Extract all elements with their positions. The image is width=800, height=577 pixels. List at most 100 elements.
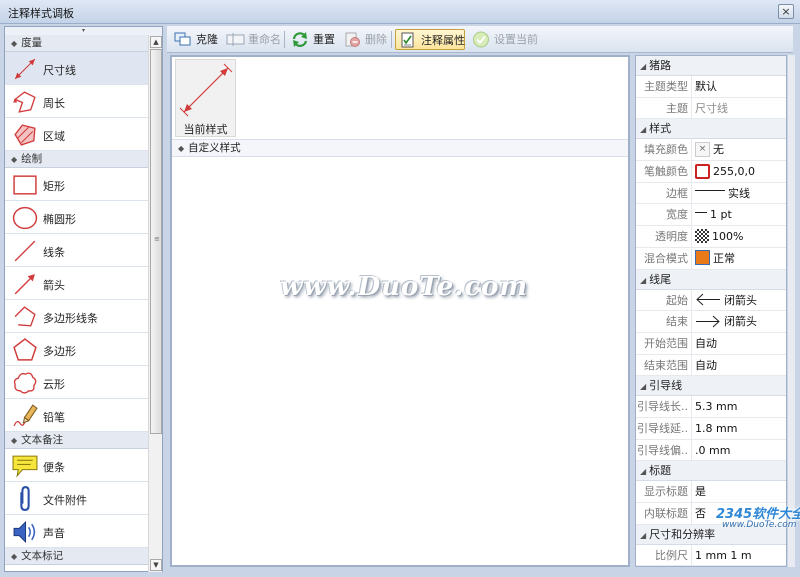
cloud-icon	[13, 372, 37, 394]
tool-item[interactable]: 区域	[5, 118, 148, 151]
property-row[interactable]: 填充颜色 × 无	[636, 139, 786, 162]
property-key: 起始	[636, 289, 692, 311]
property-row[interactable]: 主题 尺寸线	[636, 97, 786, 120]
collapse-icon: ◢	[640, 530, 647, 540]
property-value[interactable]: 正常	[695, 248, 786, 269]
polyline-icon	[14, 306, 36, 327]
arrow-icon	[14, 274, 35, 295]
perimeter-icon	[13, 91, 36, 113]
window-title: 注释样式调板	[8, 7, 74, 20]
property-value[interactable]: × 无	[695, 139, 786, 160]
panel-grip-icon[interactable]: ▾	[5, 27, 162, 35]
property-row[interactable]: 引导线偏.. .0 mm	[636, 439, 786, 462]
property-value[interactable]: 闭箭头	[695, 290, 786, 311]
property-row[interactable]: 结束 闭箭头	[636, 311, 786, 333]
property-key: 主题类型	[636, 76, 692, 97]
collapse-icon: ◢	[640, 467, 647, 477]
property-value[interactable]: 是	[695, 481, 786, 502]
clone-button[interactable]: 克隆	[171, 29, 221, 50]
tool-item[interactable]: 矩形	[5, 168, 148, 201]
property-section-header[interactable]: ◢ 样式	[636, 119, 786, 140]
tool-item-label: 声音	[43, 527, 65, 540]
property-value[interactable]: 实线	[695, 183, 786, 204]
property-key: 混合模式	[636, 247, 692, 269]
collapse-icon: ◆	[11, 155, 18, 164]
property-row[interactable]: 混合模式 正常	[636, 247, 786, 270]
property-row[interactable]: 引导线延.. 1.8 mm	[636, 417, 786, 440]
property-grid-scrollbar[interactable]	[788, 55, 795, 567]
property-value[interactable]: 闭箭头	[695, 311, 786, 332]
property-value[interactable]: 1 mm 1 m	[695, 545, 786, 566]
property-value[interactable]: 5.3 mm	[695, 396, 786, 417]
custom-styles-header[interactable]: ◆ 自定义样式	[172, 139, 628, 157]
property-row[interactable]: 引导线长.. 5.3 mm	[636, 396, 786, 418]
scroll-down-icon[interactable]: ▼	[150, 559, 162, 571]
opacity-icon	[695, 229, 709, 244]
property-section-header[interactable]: ◢ 引导线	[636, 376, 786, 397]
tool-item-label: 铅笔	[43, 411, 65, 424]
property-section-header[interactable]: ◢ 标题	[636, 461, 786, 482]
reset-button[interactable]: 重置	[288, 29, 338, 50]
property-value[interactable]: 100%	[695, 226, 786, 247]
property-value[interactable]: 尺寸线	[695, 98, 786, 119]
collapse-icon: ◢	[640, 62, 647, 71]
area-icon	[14, 124, 36, 146]
dimension-line-icon	[179, 63, 233, 117]
property-row[interactable]: 透明度 100%	[636, 226, 786, 248]
property-section-header[interactable]: ◢ 线尾	[636, 269, 786, 290]
property-value[interactable]: 自动	[695, 333, 786, 354]
annotation-properties-button[interactable]: 注释属性	[395, 29, 465, 50]
tool-item[interactable]: 尺寸线	[5, 52, 148, 85]
delete-button[interactable]: 删除	[340, 29, 388, 50]
property-row[interactable]: 宽度 1 pt	[636, 204, 786, 227]
property-row[interactable]: 边框 实线	[636, 182, 786, 205]
watermark-text: www.DuoTe.com	[280, 272, 529, 302]
property-value[interactable]: 1 pt	[695, 204, 786, 225]
property-row[interactable]: 比例尺 1 mm 1 m	[636, 544, 786, 566]
style-toolbar: 克隆 重命名 重置 删除 注释属性 设置当前	[167, 26, 793, 53]
tool-item[interactable]: 箭头	[5, 267, 148, 300]
collapse-icon: ◆	[11, 39, 18, 48]
property-row[interactable]: 结束范围 自动	[636, 354, 786, 377]
tool-list-scrollbar[interactable]: ▲ ≡ ▼	[148, 35, 162, 572]
tool-item[interactable]: 声音	[5, 515, 148, 548]
property-section-header[interactable]: ◢ 猪路	[636, 56, 786, 76]
property-row[interactable]: 显示标题是	[636, 481, 786, 503]
tool-item[interactable]: 多边形线条	[5, 300, 148, 333]
tool-item[interactable]: 多边形	[5, 333, 148, 366]
close-button[interactable]: ×	[778, 4, 794, 19]
clone-icon	[174, 32, 191, 46]
tool-group-header[interactable]: ◆ 文本备注	[5, 432, 148, 449]
tool-item[interactable]: 云形	[5, 366, 148, 399]
toolbar-divider	[284, 31, 285, 48]
property-value[interactable]: .0 mm	[695, 440, 786, 461]
tool-item[interactable]: 线条	[5, 234, 148, 267]
tool-item[interactable]: 便条	[5, 449, 148, 482]
tool-item[interactable]: 周长	[5, 85, 148, 118]
tool-group-header[interactable]: ◆ 文本标记	[5, 548, 148, 565]
site-logo: 2345软件大全 www.DuoTe.com	[716, 507, 800, 530]
property-value[interactable]: 自动	[695, 355, 786, 376]
tool-group-header[interactable]: ◆ 绘制	[5, 151, 148, 168]
property-row[interactable]: 起始 闭箭头	[636, 289, 786, 312]
refresh-icon	[292, 32, 308, 47]
solid-line-icon	[695, 190, 725, 192]
rename-button[interactable]: 重命名	[223, 29, 283, 50]
set-current-button[interactable]: 设置当前	[469, 29, 541, 50]
tool-item[interactable]: 椭圆形	[5, 201, 148, 234]
collapse-icon: ◆	[11, 552, 18, 561]
tool-item-label: 周长	[43, 97, 65, 110]
tool-item[interactable]: 铅笔	[5, 399, 148, 432]
tool-item[interactable]: 文件附件	[5, 482, 148, 515]
scroll-thumb[interactable]: ≡	[150, 49, 162, 434]
scroll-up-icon[interactable]: ▲	[150, 36, 162, 48]
tool-group-header[interactable]: ◆ 度量	[5, 35, 148, 52]
property-value[interactable]: 默认	[695, 76, 786, 97]
property-row[interactable]: 主题类型 默认	[636, 76, 786, 98]
property-row[interactable]: 开始范围 自动	[636, 332, 786, 355]
current-style-thumbnail[interactable]: 当前样式	[175, 59, 236, 137]
property-key: 开始范围	[636, 332, 692, 354]
property-value[interactable]: 1.8 mm	[695, 418, 786, 439]
property-row[interactable]: 笔触颜色 255,0,0	[636, 161, 786, 183]
property-value[interactable]: 255,0,0	[695, 161, 786, 182]
